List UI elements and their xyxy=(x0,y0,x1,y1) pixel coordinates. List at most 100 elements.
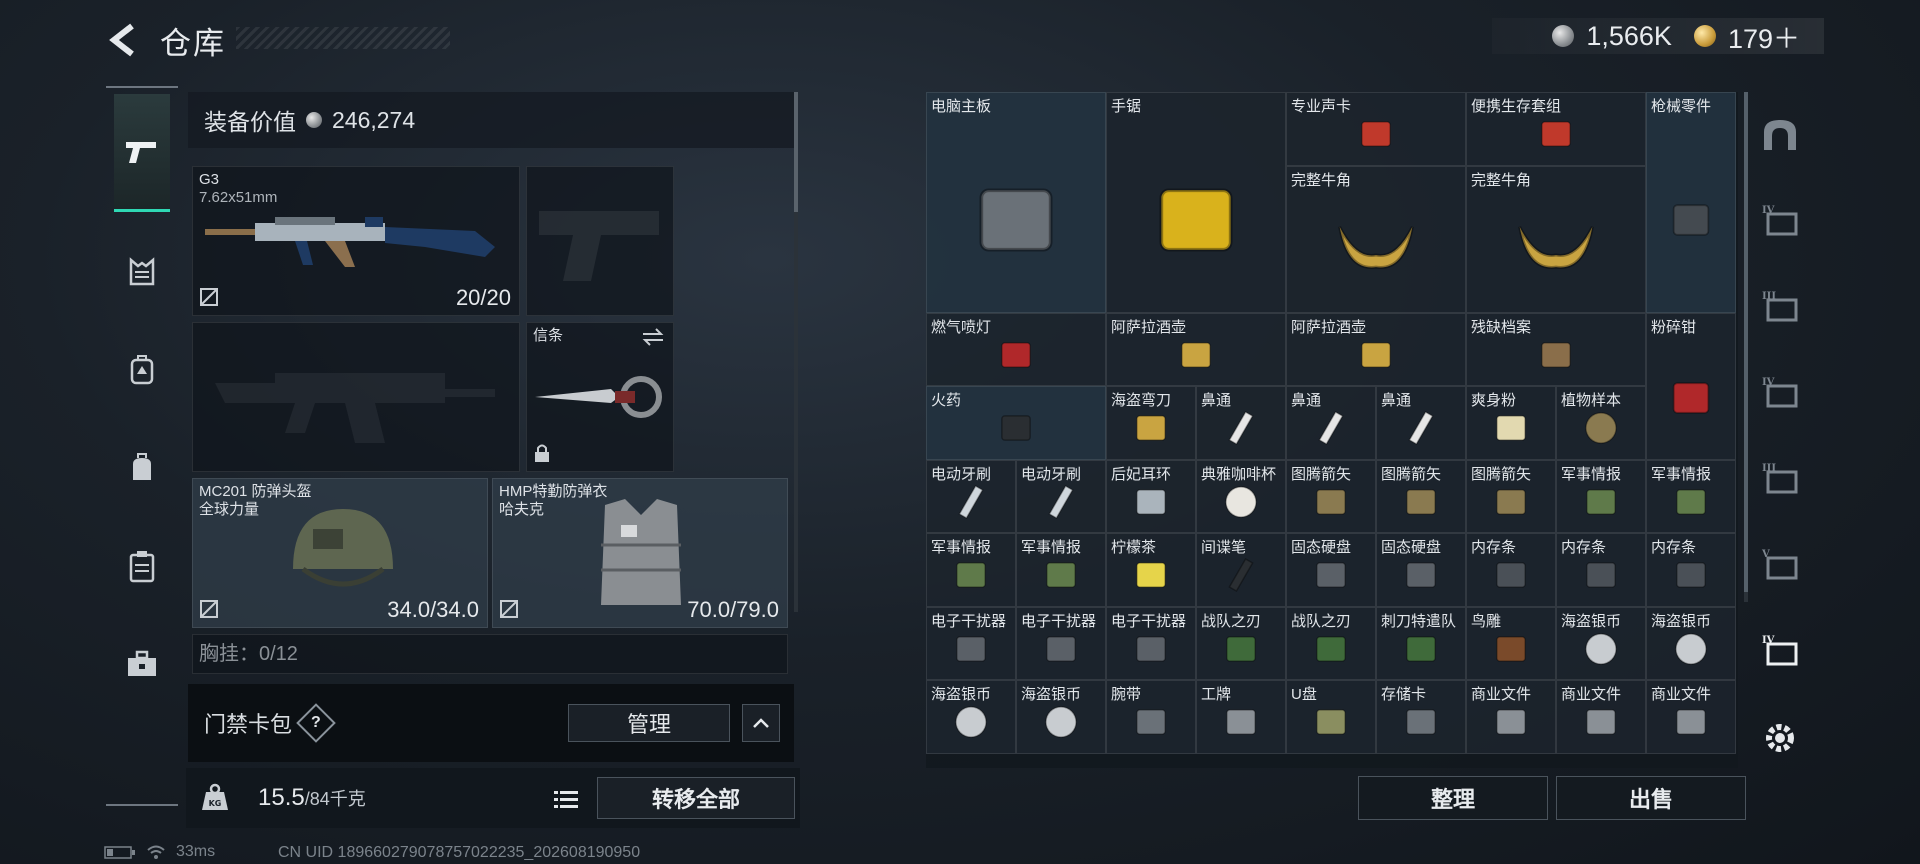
stash-item[interactable]: 枪械零件 xyxy=(1646,92,1736,313)
stash-item[interactable]: 海盗银币 xyxy=(1646,606,1736,680)
knife-slot[interactable]: 信条 xyxy=(526,322,674,472)
stash-item[interactable]: 鸟雕 xyxy=(1466,606,1556,680)
stash-item[interactable]: 刺刀特遣队 xyxy=(1376,606,1466,680)
stash-item[interactable]: 军事情报 xyxy=(1646,459,1736,533)
stash-item[interactable]: 专业声卡 xyxy=(1286,92,1466,166)
stash-item[interactable]: 残缺档案 xyxy=(1466,312,1646,386)
stash-item[interactable]: 间谍笔 xyxy=(1196,533,1286,607)
stash-item[interactable]: 阿萨拉酒壶 xyxy=(1286,312,1466,386)
stash-item[interactable]: U盘 xyxy=(1286,680,1376,754)
stash-item[interactable]: 电子干扰器 xyxy=(926,606,1016,680)
settings-gear-icon[interactable] xyxy=(1756,714,1804,762)
stash-item[interactable]: 鼻通 xyxy=(1196,386,1286,460)
nav-backpack[interactable] xyxy=(114,342,170,398)
stash-item[interactable]: 海盗银币 xyxy=(926,680,1016,754)
nav-bag[interactable] xyxy=(114,440,170,496)
stash-item[interactable]: 固态硬盘 xyxy=(1286,533,1376,607)
tier-v-money-icon[interactable]: V xyxy=(1756,542,1804,590)
intel-icon xyxy=(956,562,986,589)
nav-container[interactable] xyxy=(114,538,170,594)
stash-item[interactable]: 鼻通 xyxy=(1286,386,1376,460)
gold-balance[interactable]: 179＋ xyxy=(1728,17,1800,56)
collapse-button[interactable] xyxy=(742,704,780,742)
item-name: 内存条 xyxy=(1651,539,1697,556)
tier-iii-box-icon[interactable]: III xyxy=(1756,456,1804,504)
secondary-weapon-slot[interactable] xyxy=(192,322,520,472)
item-name: 军事情报 xyxy=(1021,539,1082,556)
stash-item[interactable]: 图腾箭矢 xyxy=(1376,459,1466,533)
equipment-scrollbar[interactable] xyxy=(794,92,798,612)
status-bar: 33ms xyxy=(104,842,215,862)
tier-iv-folder-icon[interactable]: IV xyxy=(1756,198,1804,246)
tier-iv-hand-icon[interactable]: IV xyxy=(1756,628,1804,676)
transfer-all-button[interactable]: 转移全部 xyxy=(597,777,795,819)
stash-item[interactable]: 战队之刃 xyxy=(1196,606,1286,680)
back-arrow-icon xyxy=(109,23,134,57)
stash-item[interactable]: 固态硬盘 xyxy=(1376,533,1466,607)
manage-button[interactable]: 管理 xyxy=(568,704,730,742)
sell-button[interactable]: 出售 xyxy=(1556,776,1746,820)
stash-item[interactable]: 战队之刃 xyxy=(1286,606,1376,680)
jammer-icon xyxy=(1046,636,1076,662)
stash-item[interactable]: 阿萨拉酒壶 xyxy=(1106,312,1286,386)
stash-item[interactable]: 鼻通 xyxy=(1376,386,1466,460)
stash-item[interactable]: 内存条 xyxy=(1466,533,1556,607)
vault-icon[interactable] xyxy=(1756,112,1804,160)
pistol-slot[interactable] xyxy=(526,166,674,316)
stash-item[interactable]: 手锯 xyxy=(1106,92,1286,313)
nav-toolbox[interactable] xyxy=(114,636,170,692)
stash-item[interactable]: 内存条 xyxy=(1556,533,1646,607)
stash-item[interactable]: 植物样本 xyxy=(1556,386,1646,460)
stash-item[interactable]: 后妃耳环 xyxy=(1106,459,1196,533)
stash-item[interactable]: 电动牙刷 xyxy=(1016,459,1106,533)
stash-item[interactable]: 典雅咖啡杯 xyxy=(1196,459,1286,533)
list-view-button[interactable] xyxy=(548,782,584,816)
stash-item[interactable]: 图腾箭矢 xyxy=(1466,459,1556,533)
stash-item[interactable]: 海盗银币 xyxy=(1556,606,1646,680)
warehouse-grid: 电脑主板 手锯 专业声卡 便携生存套组 枪械零件 完整牛角 完整牛角 燃气喷灯 阿萨拉酒壶 阿萨拉… xyxy=(926,92,1738,768)
stash-item[interactable]: 柠檬茶 xyxy=(1106,533,1196,607)
primary-weapon-slot[interactable]: G3 7.62x51mm 20/20 xyxy=(192,166,520,316)
helmet-slot[interactable]: MC201 防弹头盔 全球力量 34.0/34.0 xyxy=(192,478,488,628)
stash-item[interactable]: 军事情报 xyxy=(1556,459,1646,533)
item-name: 内存条 xyxy=(1471,539,1517,556)
ping-text: 33ms xyxy=(176,843,216,860)
stash-item[interactable]: 电动牙刷 xyxy=(926,459,1016,533)
back-button[interactable] xyxy=(104,20,144,60)
stash-item[interactable]: 图腾箭矢 xyxy=(1286,459,1376,533)
stash-item[interactable]: 电子干扰器 xyxy=(1106,606,1196,680)
stash-item[interactable]: 军事情报 xyxy=(926,533,1016,607)
stash-item[interactable]: 完整牛角 xyxy=(1286,165,1466,313)
stash-item[interactable]: 完整牛角 xyxy=(1466,165,1646,313)
armor-slot[interactable]: HMP特勤防弹衣 哈夫克 70.0/79.0 xyxy=(492,478,788,628)
stash-item[interactable]: 海盗弯刀 xyxy=(1106,386,1196,460)
stash-item[interactable]: 爽身粉 xyxy=(1466,386,1556,460)
tier-iv-plus-icon[interactable]: IV xyxy=(1756,370,1804,418)
sort-button[interactable]: 整理 xyxy=(1358,776,1548,820)
nav-chest-rig[interactable] xyxy=(114,244,170,300)
stash-item[interactable]: 存储卡 xyxy=(1376,680,1466,754)
knife-icon xyxy=(535,376,662,418)
stash-item[interactable]: 腕带 xyxy=(1106,680,1196,754)
stash-item[interactable]: 军事情报 xyxy=(1016,533,1106,607)
stash-item[interactable]: 内存条 xyxy=(1646,533,1736,607)
memory-card-icon xyxy=(1406,709,1436,736)
chest-rig-slot[interactable]: 胸挂：0/12 xyxy=(192,634,788,674)
stash-item[interactable]: 商业文件 xyxy=(1556,680,1646,754)
item-name: 战队之刃 xyxy=(1201,612,1262,630)
stash-item[interactable]: 海盗银币 xyxy=(1016,680,1106,754)
swap-icon[interactable] xyxy=(641,327,665,347)
stash-item[interactable]: 电脑主板 xyxy=(926,92,1106,313)
arrow-head-icon xyxy=(1496,489,1526,515)
stash-item[interactable]: 燃气喷灯 xyxy=(926,312,1106,386)
stash-item[interactable]: 火药 xyxy=(926,386,1106,460)
help-icon[interactable]: ? xyxy=(296,703,336,743)
nav-weapon[interactable] xyxy=(114,94,170,212)
stash-item[interactable]: 电子干扰器 xyxy=(1016,606,1106,680)
stash-item[interactable]: 商业文件 xyxy=(1646,680,1736,754)
tier-iii-gun-icon[interactable]: III xyxy=(1756,284,1804,332)
stash-item[interactable]: 便携生存套组 xyxy=(1466,92,1646,166)
stash-item[interactable]: 工牌 xyxy=(1196,680,1286,754)
stash-item[interactable]: 粉碎钳 xyxy=(1646,312,1736,460)
stash-item[interactable]: 商业文件 xyxy=(1466,680,1556,754)
